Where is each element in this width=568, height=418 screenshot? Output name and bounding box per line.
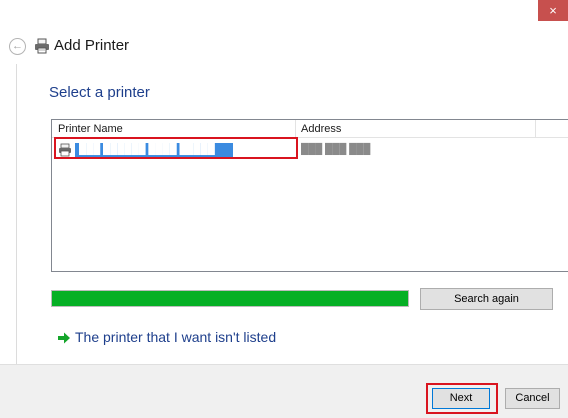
search-again-button[interactable]: Search again — [420, 288, 553, 310]
column-divider[interactable] — [295, 120, 296, 138]
column-header-printer-name[interactable]: Printer Name — [58, 123, 123, 135]
close-icon: × — [549, 3, 557, 18]
back-arrow-icon: ← — [12, 40, 23, 52]
window-title: Add Printer — [54, 37, 130, 54]
back-button[interactable]: ← — [9, 38, 26, 55]
wizard-footer: Next Cancel — [0, 364, 568, 418]
column-divider[interactable] — [535, 120, 536, 138]
cancel-button[interactable]: Cancel — [505, 388, 560, 409]
column-header-address[interactable]: Address — [301, 123, 341, 135]
wizard-content: Select a printer Printer Name Address ██… — [16, 64, 568, 364]
printer-icon — [35, 38, 49, 54]
page-title: Select a printer — [49, 84, 150, 101]
progress-fill — [52, 291, 408, 306]
close-button[interactable]: × — [538, 0, 568, 21]
printer-address-cell: ███ ███ ███ — [301, 144, 371, 155]
search-progress-bar — [51, 290, 409, 307]
callout-highlight-printer-row — [54, 137, 298, 159]
wizard-header: ← Add Printer — [0, 30, 568, 64]
printer-not-listed-label[interactable]: The printer that I want isn't listed — [75, 329, 276, 345]
green-arrow-icon — [58, 332, 70, 344]
next-button[interactable]: Next — [432, 388, 490, 409]
list-header: Printer Name Address — [52, 120, 568, 138]
